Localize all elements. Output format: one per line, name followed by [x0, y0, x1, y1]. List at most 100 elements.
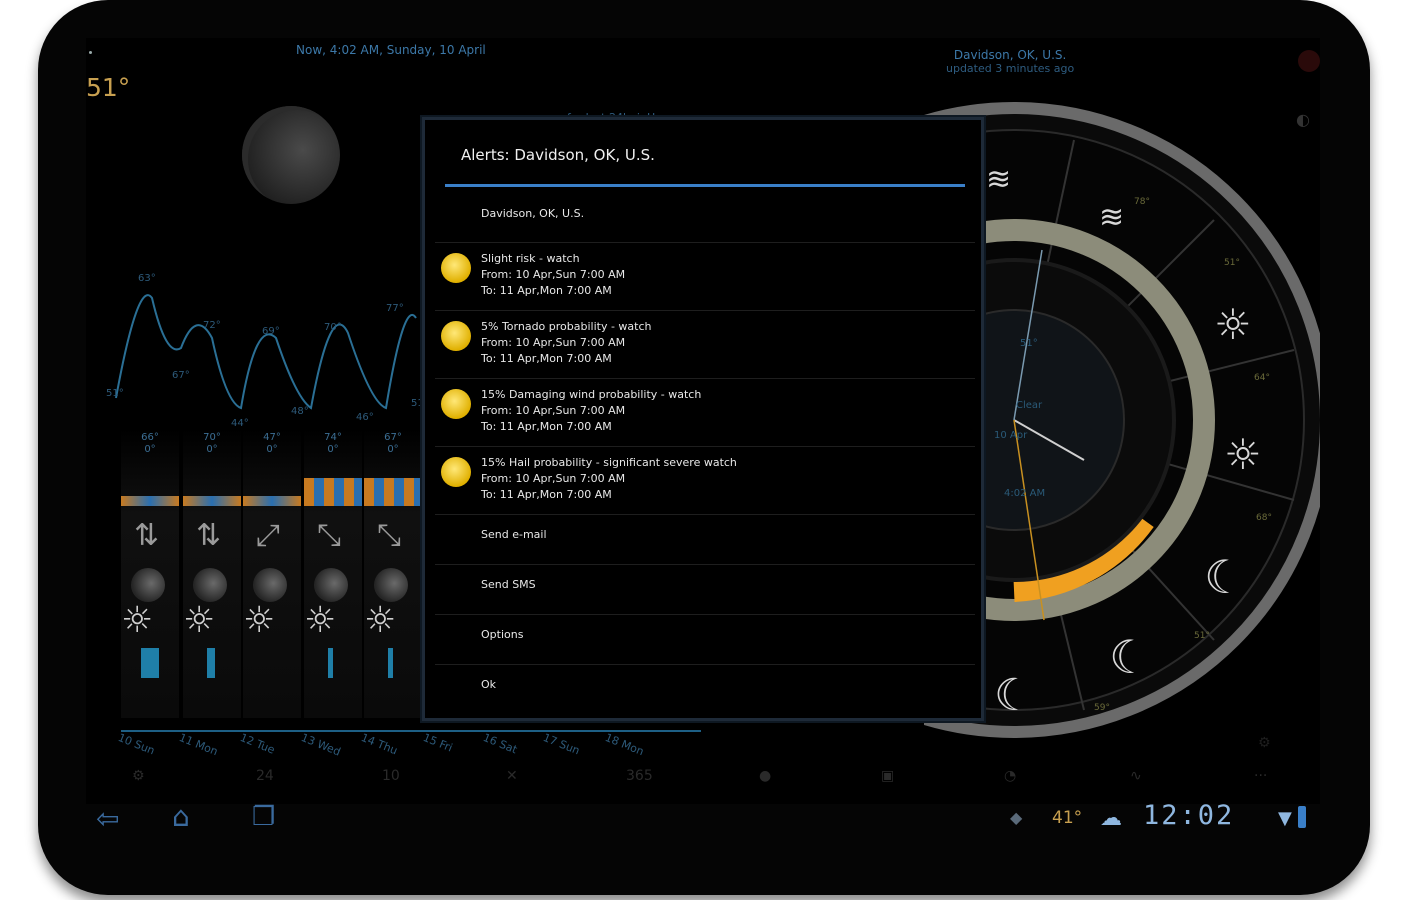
sun-cloud-icon: ☼ — [1224, 430, 1262, 479]
recent-apps-icon[interactable]: ❐ — [252, 802, 275, 832]
day-label: 15 Fri — [421, 731, 455, 755]
alert-item[interactable]: 15% Hail probability - significant sever… — [435, 446, 975, 515]
ok-button[interactable]: Ok — [435, 664, 975, 715]
clock-date-label: 10 Apr — [994, 430, 1028, 441]
clock-temp: 64° — [1254, 373, 1270, 383]
updated-text: updated 3 minutes ago — [946, 62, 1075, 75]
wind-arrow-icon: ⇅ — [196, 518, 222, 553]
clock-time-label: 4:02 AM — [1004, 488, 1045, 499]
cloud-icon: ☁ — [1100, 806, 1122, 831]
gear-icon[interactable]: ⚙ — [132, 768, 145, 784]
dialog-location: Davidson, OK, U.S. — [481, 207, 585, 220]
send-sms-button[interactable]: Send SMS — [435, 564, 975, 615]
temp-label-8: 77° — [386, 303, 404, 314]
wind-arrow-icon: ⇅ — [134, 518, 160, 553]
battery-icon — [1298, 806, 1306, 828]
timeline-axis — [121, 730, 701, 732]
alerts-dialog: Alerts: Davidson, OK, U.S. Davidson, OK,… — [422, 117, 984, 721]
alert-text: 15% Damaging wind probability - watch Fro… — [481, 388, 702, 433]
more-icon[interactable]: ··· — [1254, 768, 1267, 784]
clock-condition-label: Clear — [1016, 400, 1043, 411]
sun-cloud-icon: ☼ — [1214, 300, 1252, 349]
day-label: 16 Sat — [481, 731, 519, 757]
day-label: 14 Thu — [359, 731, 400, 758]
day-column[interactable]: 74° 0° ⤡ ☼ — [304, 428, 362, 718]
temp-label-4: 69° — [262, 326, 280, 337]
clock-temp: 78° — [1134, 197, 1150, 207]
day-temp: 66° 0° — [141, 432, 159, 455]
sun-cloud-icon: ☼ — [243, 600, 276, 641]
rss-icon[interactable]: ◔ — [1004, 768, 1016, 784]
alert-text: 5% Tornado probability - watch From: 10 A… — [481, 320, 652, 365]
action-label: Ok — [481, 678, 497, 691]
clock-temp: 59° — [1094, 703, 1110, 713]
status-temp: 41° — [1052, 808, 1083, 828]
day-column[interactable]: 67° 0° ⤡ ☼ — [364, 428, 422, 718]
close-icon[interactable] — [1298, 50, 1320, 72]
alert-risk-icon — [441, 253, 471, 283]
rain-indicator — [121, 496, 179, 506]
day-label: 11 Mon — [177, 731, 220, 759]
moon-phase-icon — [193, 568, 227, 602]
wind-arrow-icon: ⤡ — [317, 518, 341, 553]
range-10-button[interactable]: 10 — [382, 768, 400, 784]
temp-label-3: 67° — [172, 370, 190, 381]
pulse-icon[interactable]: ∿ — [1130, 768, 1142, 784]
wind-icon — [441, 389, 471, 419]
day-column[interactable]: 47° 0° ⤢ ☼ — [243, 428, 301, 718]
calendar-icon[interactable]: ▣ — [881, 768, 894, 784]
location-name: Davidson, OK, U.S. — [953, 48, 1067, 62]
location-header[interactable]: Davidson, OK, U.S. updated 3 minutes ago — [946, 48, 1074, 75]
home-icon[interactable]: ⌂ — [172, 800, 190, 833]
day-temp: 67° 0° — [384, 432, 402, 455]
dialog-title: Alerts: Davidson, OK, U.S. — [461, 146, 655, 164]
current-time-text: Now, 4:02 AM, Sunday, 10 April — [296, 43, 486, 57]
temp-label-5: 44° — [231, 418, 249, 428]
location-row[interactable]: Davidson, OK, U.S. — [435, 192, 975, 242]
notification-icon[interactable]: ◆ — [1010, 808, 1022, 827]
sun-cloud-icon: ☼ — [121, 600, 154, 641]
bottom-toolbar: ⚙ 24 10 ✕ 365 ● ▣ ◔ ∿ ··· — [86, 760, 1320, 800]
tools-icon[interactable]: ✕ — [506, 768, 518, 784]
moon-phase-icon — [253, 568, 287, 602]
alert-item[interactable]: 5% Tornado probability - watch From: 10 A… — [435, 310, 975, 379]
day-temp: 74° 0° — [324, 432, 342, 455]
system-clock: 12:02 — [1143, 800, 1235, 831]
temperature-graph: 63° 72° 67° 69° 44° 70° 48° 77° 46° 51° … — [106, 273, 426, 428]
moon-phase-icon — [131, 568, 165, 602]
temp-label-7: 48° — [291, 406, 309, 417]
clock-temp: 51° — [1224, 258, 1240, 268]
alert-text: Slight risk - watch From: 10 Apr,Sun 7:00… — [481, 252, 626, 297]
day-column[interactable]: 70° 0° ⇅ ☼ — [183, 428, 241, 718]
temp-label-9: 46° — [356, 412, 374, 423]
day-label: 12 Tue — [238, 731, 277, 757]
day-label: 17 Sun — [541, 731, 582, 758]
clock-temp: 68° — [1256, 513, 1272, 523]
moon-cloud-icon: ☾ — [994, 670, 1034, 721]
send-email-button[interactable]: Send e-mail — [435, 514, 975, 565]
temp-label-start: 51° — [106, 388, 124, 399]
alert-item[interactable]: Slight risk - watch From: 10 Apr,Sun 7:00… — [435, 242, 975, 311]
alert-item[interactable]: 15% Damaging wind probability - watch Fro… — [435, 378, 975, 447]
sun-cloud-icon: ☼ — [183, 600, 216, 641]
precip-bar — [388, 648, 393, 678]
range-365-button[interactable]: 365 — [626, 768, 653, 784]
hail-icon — [441, 457, 471, 487]
action-label: Options — [481, 628, 524, 641]
rain-indicator — [243, 496, 301, 506]
range-24-button[interactable]: 24 — [256, 768, 274, 784]
signal-icon: ▼ — [1278, 808, 1292, 829]
temp-label-6: 70° — [324, 322, 342, 333]
mic-icon[interactable]: ● — [759, 768, 771, 784]
system-bar: ⇦ ⌂ ❐ ◆ 41° ☁ 12:02 ▼ — [86, 798, 1320, 850]
screen: Now, 4:02 AM, Sunday, 10 April Davidson,… — [86, 38, 1320, 804]
day-column[interactable]: 66° 0° ⇅ ☼ — [121, 428, 179, 718]
temp-label-1: 63° — [138, 273, 156, 284]
options-button[interactable]: Options — [435, 614, 975, 665]
dialog-divider — [445, 184, 965, 187]
back-icon[interactable]: ⇦ — [96, 802, 119, 835]
alert-text: 15% Hail probability - significant sever… — [481, 456, 737, 501]
clock-temp-label: 51° — [1020, 338, 1038, 349]
day-temp: 70° 0° — [203, 432, 221, 455]
sun-cloud-icon: ☼ — [304, 600, 337, 641]
